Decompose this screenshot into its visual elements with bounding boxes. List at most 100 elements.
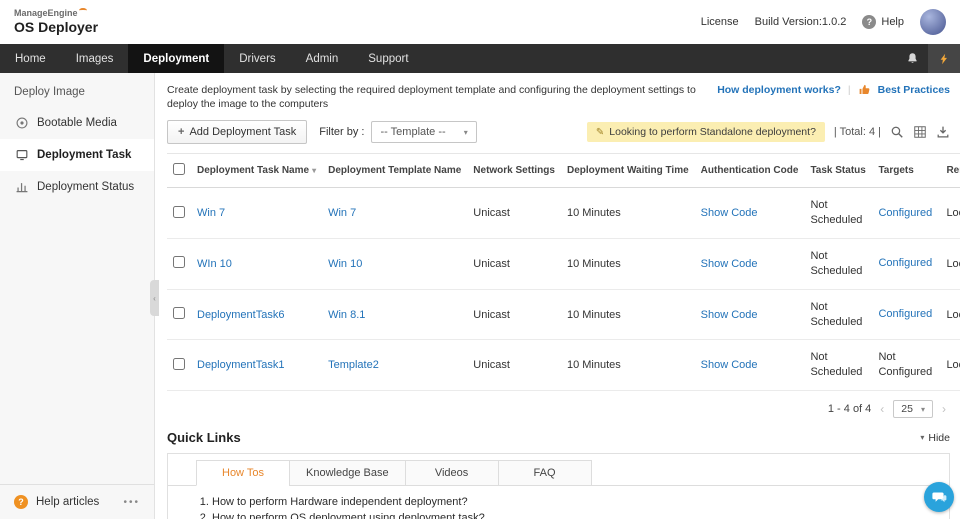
col-authentication-code[interactable]: Authentication Code xyxy=(695,154,805,188)
brand-arc-icon xyxy=(79,8,87,13)
task-name-link[interactable]: DeploymentTask1 xyxy=(197,359,284,371)
row-checkbox[interactable] xyxy=(173,206,185,218)
links-divider: | xyxy=(848,84,851,96)
remote-office-cell: Local Office xyxy=(940,289,960,340)
pagination: 1 - 4 of 4 ‹ 25 ▾ › xyxy=(167,391,950,420)
export-icon[interactable] xyxy=(936,125,950,139)
template-name-link[interactable]: Win 8.1 xyxy=(328,309,365,321)
nav-tab-deployment[interactable]: Deployment xyxy=(128,44,224,73)
sidebar-more-icon[interactable]: ••• xyxy=(123,497,140,508)
targets-link[interactable]: Configured xyxy=(878,257,932,269)
help-articles[interactable]: ? Help articles ••• xyxy=(0,484,154,519)
page-prev-icon[interactable]: ‹ xyxy=(880,402,884,416)
build-version-label: Build Version:1.0.2 xyxy=(755,16,847,28)
quick-links-hide-button[interactable]: ▾ Hide xyxy=(920,432,950,444)
targets-link[interactable]: Configured xyxy=(878,207,932,219)
column-chooser-icon[interactable] xyxy=(913,125,927,139)
targets-cell: Not Configured xyxy=(872,340,940,391)
deployment-status-icon xyxy=(14,180,29,194)
col-template-name[interactable]: Deployment Template Name xyxy=(322,154,467,188)
show-code-link[interactable]: Show Code xyxy=(701,207,758,219)
template-name-link[interactable]: Win 10 xyxy=(328,258,362,270)
table-row[interactable]: DeploymentTask6 Win 8.1 Unicast 10 Minut… xyxy=(167,289,960,340)
tab-faq[interactable]: FAQ xyxy=(498,460,592,486)
row-checkbox[interactable] xyxy=(173,307,185,319)
help-link[interactable]: ? Help xyxy=(862,15,904,29)
table-row[interactable]: Win 7 Win 7 Unicast 10 Minutes Show Code… xyxy=(167,188,960,239)
table-row[interactable]: WIn 10 Win 10 Unicast 10 Minutes Show Co… xyxy=(167,239,960,290)
template-name-link[interactable]: Template2 xyxy=(328,359,379,371)
task-status-cell: Not Scheduled xyxy=(804,188,872,239)
filter-by-label: Filter by : xyxy=(319,126,364,138)
nav-tab-support[interactable]: Support xyxy=(353,44,423,73)
search-icon[interactable] xyxy=(890,125,904,139)
standalone-note-label: Looking to perform Standalone deployment… xyxy=(609,126,816,138)
show-code-link[interactable]: Show Code xyxy=(701,359,758,371)
best-practices-link[interactable]: Best Practices xyxy=(878,84,950,96)
template-filter-select[interactable]: -- Template -- ▾ xyxy=(371,121,476,143)
network-settings-cell: Unicast xyxy=(467,188,561,239)
notifications-bell-icon[interactable] xyxy=(896,44,928,73)
sort-desc-icon: ▾ xyxy=(312,166,316,175)
nav-tab-drivers[interactable]: Drivers xyxy=(224,44,290,73)
page-description: Create deployment task by selecting the … xyxy=(167,83,717,111)
deployment-task-icon xyxy=(14,148,29,162)
waiting-time-cell: 10 Minutes xyxy=(561,188,695,239)
user-avatar[interactable] xyxy=(920,9,946,35)
col-network-settings[interactable]: Network Settings xyxy=(467,154,561,188)
help-articles-icon: ? xyxy=(14,495,28,509)
standalone-deployment-note[interactable]: ✎ Looking to perform Standalone deployme… xyxy=(587,122,825,142)
row-checkbox[interactable] xyxy=(173,358,185,370)
filter-selected-value: -- Template -- xyxy=(380,126,445,138)
tab-videos[interactable]: Videos xyxy=(405,460,499,486)
quick-link-item[interactable]: How to perform Hardware independent depl… xyxy=(212,496,949,508)
how-deployment-works-link[interactable]: How deployment works? xyxy=(717,84,841,96)
sidebar-item-deployment-task[interactable]: Deployment Task xyxy=(0,139,154,171)
page-size-select[interactable]: 25 ▾ xyxy=(893,400,933,418)
task-name-link[interactable]: WIn 10 xyxy=(197,258,232,270)
nav-tab-admin[interactable]: Admin xyxy=(291,44,354,73)
col-task-status[interactable]: Task Status xyxy=(804,154,872,188)
sidebar-item-deployment-status[interactable]: Deployment Status xyxy=(0,171,154,203)
chat-icon xyxy=(931,489,947,505)
add-deployment-task-button[interactable]: + Add Deployment Task xyxy=(167,120,307,144)
col-waiting-time[interactable]: Deployment Waiting Time xyxy=(561,154,695,188)
nav-tab-images[interactable]: Images xyxy=(61,44,129,73)
license-link[interactable]: License xyxy=(701,16,739,28)
table-row[interactable]: DeploymentTask1 Template2 Unicast 10 Min… xyxy=(167,340,960,391)
chevron-down-icon: ▾ xyxy=(464,128,468,137)
sidebar: Deploy Image Bootable Media Deployment T… xyxy=(0,73,155,519)
chevron-down-icon: ▾ xyxy=(921,405,925,414)
brand-logo: ManageEngine OS Deployer xyxy=(14,9,98,35)
task-name-link[interactable]: DeploymentTask6 xyxy=(197,309,284,321)
select-all-checkbox[interactable] xyxy=(173,163,185,175)
show-code-link[interactable]: Show Code xyxy=(701,258,758,270)
nav-tab-home[interactable]: Home xyxy=(0,44,61,73)
quick-link-item[interactable]: How to perform OS deployment using deplo… xyxy=(212,512,949,519)
total-count-label: | Total: 4 | xyxy=(834,126,881,138)
chat-support-button[interactable] xyxy=(924,482,954,512)
waiting-time-cell: 10 Minutes xyxy=(561,289,695,340)
col-remote-office[interactable]: Remote Office xyxy=(940,154,960,188)
show-code-link[interactable]: Show Code xyxy=(701,309,758,321)
tab-knowledge-base[interactable]: Knowledge Base xyxy=(289,460,406,486)
help-articles-label: Help articles xyxy=(36,496,99,508)
quick-links-panel: How Tos Knowledge Base Videos FAQ How to… xyxy=(167,453,950,519)
page-next-icon[interactable]: › xyxy=(942,402,946,416)
sidebar-collapse-handle[interactable]: ‹ xyxy=(150,280,159,316)
table-header-row: Deployment Task Name▾ Deployment Templat… xyxy=(167,154,960,188)
waiting-time-cell: 10 Minutes xyxy=(561,340,695,391)
pagination-range: 1 - 4 of 4 xyxy=(828,403,871,415)
sidebar-section-title: Deploy Image xyxy=(0,73,154,107)
template-name-link[interactable]: Win 7 xyxy=(328,207,356,219)
quick-actions-flash-icon[interactable] xyxy=(928,44,960,73)
col-targets[interactable]: Targets xyxy=(872,154,940,188)
caret-down-icon: ▾ xyxy=(920,433,924,442)
col-task-name[interactable]: Deployment Task Name▾ xyxy=(191,154,322,188)
sidebar-item-bootable-media[interactable]: Bootable Media xyxy=(0,107,154,139)
row-checkbox[interactable] xyxy=(173,256,185,268)
targets-link[interactable]: Configured xyxy=(878,308,932,320)
tab-how-tos[interactable]: How Tos xyxy=(196,460,290,486)
task-name-link[interactable]: Win 7 xyxy=(197,207,225,219)
sidebar-item-label: Bootable Media xyxy=(37,117,117,129)
